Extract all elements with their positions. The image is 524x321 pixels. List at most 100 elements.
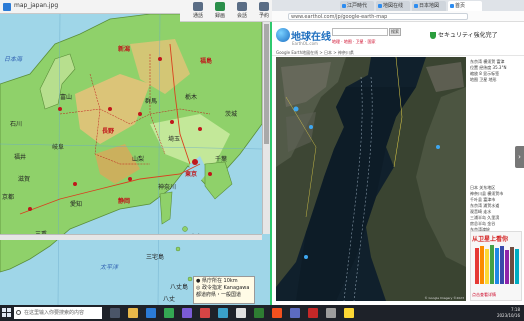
label-shizuoka: 静岡 bbox=[118, 198, 131, 205]
record-button[interactable]: 録画 bbox=[210, 2, 230, 21]
map-horizontal-scrollbar[interactable] bbox=[0, 234, 262, 240]
app-icon-7[interactable] bbox=[290, 308, 300, 318]
side-list-1[interactable]: 日本 关东地区 bbox=[470, 185, 495, 190]
app-icon-10[interactable] bbox=[344, 308, 354, 318]
shield-icon bbox=[430, 32, 436, 39]
side-line-1: 东京湾 横须贺 富津 bbox=[470, 59, 505, 64]
colored-pencils-image bbox=[475, 245, 519, 284]
breadcrumb[interactable]: Google Earth地図在线 > 日本 > 神奈川県 bbox=[276, 50, 354, 56]
label-tochigi: 栃木 bbox=[185, 94, 198, 101]
app-icon-1[interactable] bbox=[182, 308, 192, 318]
legend-line-3: 都道府県・一般国道 bbox=[196, 292, 242, 298]
side-list-4[interactable]: 东京湾 浦贺水道 bbox=[470, 203, 499, 208]
label-pacific-ocean: 太平洋 bbox=[100, 264, 119, 271]
side-list-2[interactable]: 神奈川县 横须贺市 bbox=[470, 191, 503, 196]
browser-tab-1[interactable]: 江戸時代 bbox=[340, 1, 374, 11]
photo-app-icon bbox=[3, 3, 11, 11]
chat-button[interactable]: 会話 bbox=[232, 2, 252, 21]
side-line-4[interactable]: 地图 卫星 地形 bbox=[470, 77, 497, 82]
map-viewer-window[interactable]: map_japan.jpg – □ × bbox=[0, 0, 272, 305]
app-icon-4[interactable] bbox=[236, 308, 246, 318]
taskbar-search-placeholder: 在这里输入你要搜索的内容 bbox=[24, 310, 85, 316]
side-list-6[interactable]: 三浦半岛 久里滨 bbox=[470, 215, 499, 220]
browser-address-bar: www.earthol.com/jp/google-earth-map bbox=[272, 11, 524, 22]
clock-date: 2023/10/16 bbox=[496, 313, 520, 318]
security-ad-text: セキュリティ強化完了 bbox=[438, 32, 498, 39]
search-icon bbox=[16, 310, 21, 315]
site-logo-sub: EarthOL.com bbox=[292, 41, 318, 46]
globe-logo-icon[interactable] bbox=[276, 28, 290, 42]
task-view-icon[interactable] bbox=[110, 308, 120, 318]
label-nagano: 長野 bbox=[102, 128, 115, 135]
label-ishikawa: 石川 bbox=[10, 121, 23, 128]
label-shiga: 滋賀 bbox=[18, 176, 31, 183]
tab-label: 地図在线 bbox=[383, 3, 404, 9]
label-gunma: 群馬 bbox=[145, 98, 158, 105]
side-line-3[interactable]: 缩放 8 显示标签 bbox=[470, 71, 499, 76]
app-icon-6[interactable] bbox=[272, 308, 282, 318]
browser-window: 江戸時代 地図在线 日本地図 首页 www.earthol.com/jp/goo… bbox=[272, 0, 524, 305]
edge-browser-icon[interactable] bbox=[146, 308, 156, 318]
promo-footer[interactable]: 点击查看详情 bbox=[472, 292, 496, 298]
map-legend: ● 県庁所在 10km ◎ 政令指定 Kanagawa 都道府県・一般国道 bbox=[193, 276, 255, 304]
browser-tab-4-active[interactable]: 首页 bbox=[448, 1, 482, 11]
side-line-2: 位置 经纬度 35.3°N bbox=[470, 65, 507, 70]
taskbar-search-box[interactable]: 在这里输入你要搜索的内容 bbox=[14, 307, 102, 319]
browser-tab-3[interactable]: 日本地図 bbox=[412, 1, 446, 11]
app-icon-9[interactable] bbox=[326, 308, 336, 318]
call-button[interactable]: 通話 bbox=[188, 2, 208, 21]
site-search-button[interactable]: 搜索 bbox=[389, 28, 401, 36]
label-miyake: 三宅島 bbox=[146, 254, 165, 261]
side-list-5[interactable]: 观音崎 走水 bbox=[470, 209, 491, 214]
calendar-icon bbox=[259, 2, 269, 11]
side-list-7[interactable]: 房总半岛 金谷 bbox=[470, 221, 495, 226]
tab-favicon bbox=[450, 4, 454, 8]
system-tray-clock[interactable]: 7:18 2023/10/16 bbox=[497, 307, 520, 319]
label-saitama: 埼玉 bbox=[168, 136, 181, 143]
app-icon-5[interactable] bbox=[254, 308, 264, 318]
schedule-label: 予約 bbox=[258, 13, 269, 19]
url-input[interactable]: www.earthol.com/jp/google-earth-map bbox=[288, 13, 468, 20]
satellite-map[interactable]: © Google Imagery ©2023 bbox=[276, 57, 466, 301]
label-chiba: 千葉 bbox=[215, 156, 228, 163]
next-arrow-button[interactable]: › bbox=[515, 146, 524, 168]
schedule-button[interactable]: 予約 bbox=[254, 2, 274, 21]
label-hachijo-2: 八丈 bbox=[163, 296, 176, 303]
app-icon-2[interactable] bbox=[200, 308, 210, 318]
satellite-imagery bbox=[276, 57, 466, 301]
label-yamanashi: 山梨 bbox=[132, 156, 145, 163]
label-kanagawa: 神奈川 bbox=[158, 184, 177, 191]
map-window-title: map_japan.jpg bbox=[14, 2, 59, 9]
app-icon-3[interactable] bbox=[218, 308, 228, 318]
label-aichi: 愛知 bbox=[70, 201, 83, 208]
windows-start-icon[interactable] bbox=[2, 308, 12, 318]
chrome-browser-icon[interactable] bbox=[164, 308, 174, 318]
label-toyama: 富山 bbox=[60, 94, 73, 101]
site-search-input[interactable] bbox=[332, 28, 388, 36]
map-scroll-thumb[interactable] bbox=[264, 24, 269, 144]
tab-label: 江戸時代 bbox=[347, 3, 368, 9]
map-vertical-scrollbar[interactable] bbox=[262, 14, 270, 234]
label-ibaraki: 茨城 bbox=[225, 111, 238, 118]
browser-tabbar: 江戸時代 地図在线 日本地図 首页 bbox=[272, 0, 524, 11]
japan-map-image[interactable]: 石川 富山 新潟 福島 長野 岐阜 群馬 栃木 茨城 埼玉 東京 千葉 神奈川 … bbox=[0, 13, 270, 305]
tab-label: 首页 bbox=[455, 3, 466, 9]
tab-favicon bbox=[414, 4, 418, 8]
browser-tab-2[interactable]: 地図在线 bbox=[376, 1, 410, 11]
promo-ad[interactable]: 从卫星上看你 点击查看详情 bbox=[470, 231, 522, 301]
label-tokyo: 東京 bbox=[185, 171, 198, 178]
security-ad[interactable]: セキュリティ強化完了 bbox=[430, 30, 520, 50]
label-fukushima: 福島 bbox=[200, 58, 213, 65]
camera-icon bbox=[215, 2, 225, 11]
label-niigata: 新潟 bbox=[118, 46, 131, 53]
file-explorer-icon[interactable] bbox=[128, 308, 138, 318]
legend-line-1: ● 県庁所在 10km bbox=[196, 278, 238, 284]
label-sea-of-japan: 日本海 bbox=[4, 56, 23, 63]
label-hachijo: 八丈島 bbox=[170, 284, 189, 291]
tab-favicon bbox=[342, 4, 346, 8]
header-links[interactable]: 地理 · 地图 · 卫星 · 国家 bbox=[332, 39, 375, 45]
side-list-3[interactable]: 千叶县 富津市 bbox=[470, 197, 495, 202]
app-icon-8[interactable] bbox=[308, 308, 318, 318]
map-attribution: © Google Imagery ©2023 bbox=[424, 296, 464, 300]
legend-line-2: ◎ 政令指定 Kanagawa bbox=[196, 285, 250, 291]
